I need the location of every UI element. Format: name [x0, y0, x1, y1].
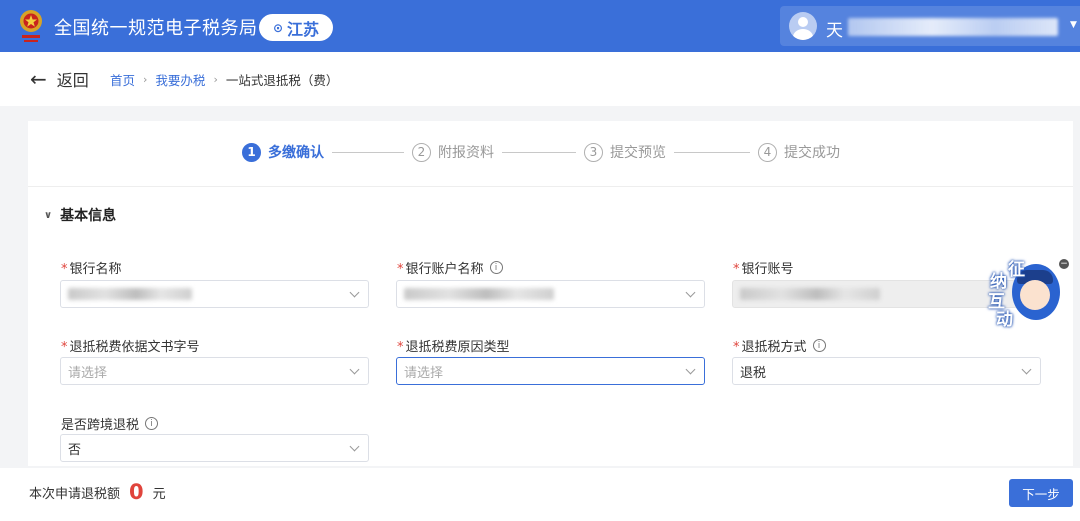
redacted-value	[740, 288, 880, 300]
placeholder-text: 请选择	[68, 365, 108, 381]
label-text: 银行名称	[69, 262, 122, 277]
step-number: 1	[242, 142, 261, 162]
refund-doc-no-select[interactable]: 请选择	[60, 357, 369, 385]
step-connector	[502, 151, 576, 153]
required-mark: *	[61, 262, 68, 277]
chevron-down-icon	[1021, 364, 1032, 375]
steps-progress: 1 多缴确认 2 附报资料 3 提交预览 4 提交成功	[242, 141, 840, 163]
required-mark: *	[397, 340, 404, 355]
refund-method-label: * 退抵税方式 i	[733, 336, 826, 355]
officer-face-icon	[1020, 280, 1050, 310]
step-1: 1 多缴确认	[242, 142, 324, 162]
back-button[interactable]: ← 返回	[30, 67, 89, 91]
label-text: 退抵税费依据文书字号	[69, 340, 200, 355]
refund-doc-no-label: * 退抵税费依据文书字号	[61, 336, 200, 355]
tax-emblem-icon	[20, 10, 42, 42]
info-icon[interactable]: i	[489, 261, 503, 274]
cross-border-label: 是否跨境退税 i	[61, 414, 159, 433]
breadcrumb-current: 一站式退抵税（费）	[225, 73, 339, 88]
redacted-value	[68, 288, 192, 300]
divider	[28, 186, 1073, 187]
selected-value: 退税	[740, 365, 767, 381]
chevron-right-icon: ›	[213, 73, 218, 86]
widget-char: 征	[1008, 260, 1025, 280]
bank-name-label: * 银行名称	[61, 258, 122, 277]
widget-char: 动	[996, 310, 1013, 330]
breadcrumb-home[interactable]: 首页	[110, 70, 135, 89]
user-menu[interactable]: 天 ▼	[780, 6, 1080, 46]
step-4: 4 提交成功	[758, 142, 840, 162]
top-header: 全国统一规范电子税务局 ⊙ 江苏 天 ▼	[0, 0, 1080, 52]
next-step-button[interactable]: 下一步	[1009, 479, 1073, 507]
step-connector	[332, 151, 404, 153]
chevron-right-icon: ›	[143, 73, 148, 86]
cross-border-select[interactable]: 否	[60, 434, 369, 462]
step-3: 3 提交预览	[584, 142, 666, 162]
chevron-down-icon	[349, 364, 360, 375]
refund-amount: 本次申请退税额 0 元	[29, 480, 166, 504]
required-mark: *	[733, 340, 740, 355]
step-connector	[674, 151, 750, 153]
chevron-down-icon	[349, 287, 360, 298]
tax-interaction-widget[interactable]: 征 纳 互 动 −	[984, 254, 1080, 330]
step-number: 2	[412, 142, 431, 162]
label-text: 是否跨境退税	[61, 418, 140, 433]
user-name: 天	[826, 21, 843, 41]
required-mark: *	[733, 262, 740, 277]
chevron-down-icon	[685, 364, 696, 375]
refund-reason-type-select[interactable]: 请选择	[396, 357, 705, 385]
app-title: 全国统一规范电子税务局	[54, 18, 258, 39]
amount-label: 本次申请退税额	[29, 486, 121, 502]
breadcrumb-tax[interactable]: 我要办税	[155, 70, 205, 89]
step-label: 提交成功	[784, 145, 840, 161]
step-number: 3	[584, 142, 603, 162]
label-text: 退抵税费原因类型	[405, 340, 510, 355]
step-label: 附报资料	[438, 145, 494, 161]
caret-down-icon: ▼	[1070, 20, 1077, 30]
step-label: 提交预览	[610, 145, 666, 161]
bank-account-name-label: * 银行账户名称 i	[397, 258, 503, 277]
bank-name-select[interactable]	[60, 280, 369, 308]
step-label: 多缴确认	[268, 145, 324, 161]
location-pin-icon: ⊙	[272, 20, 284, 35]
label-text: 银行账户名称	[405, 262, 484, 277]
refund-reason-type-label: * 退抵税费原因类型	[397, 336, 510, 355]
label-text: 退抵税方式	[741, 340, 807, 355]
avatar-icon	[789, 12, 817, 40]
user-name-redacted	[848, 18, 1058, 36]
chevron-down-icon: ∨	[44, 209, 53, 221]
placeholder-text: 请选择	[404, 365, 444, 381]
required-mark: *	[397, 262, 404, 277]
amount-unit: 元	[152, 486, 166, 502]
step-2: 2 附报资料	[412, 142, 494, 162]
amount-value: 0	[129, 480, 144, 504]
section-header-basic-info[interactable]: ∨ 基本信息	[44, 205, 116, 225]
arrow-left-icon: ←	[30, 67, 47, 91]
bank-account-name-select[interactable]	[396, 280, 705, 308]
required-mark: *	[61, 340, 68, 355]
region-selector[interactable]: ⊙ 江苏	[259, 14, 333, 41]
step-number: 4	[758, 142, 777, 162]
breadcrumb: 首页 › 我要办税 › 一站式退抵税（费）	[110, 70, 338, 89]
selected-value: 否	[68, 442, 82, 458]
info-icon[interactable]: i	[812, 339, 826, 352]
minimize-icon[interactable]: −	[1059, 259, 1069, 269]
chevron-down-icon	[685, 287, 696, 298]
label-text: 银行账号	[741, 262, 794, 277]
redacted-value	[404, 288, 554, 300]
bank-account-no-label: * 银行账号	[733, 258, 794, 277]
section-title: 基本信息	[60, 208, 117, 224]
refund-method-select[interactable]: 退税	[732, 357, 1041, 385]
back-label: 返回	[56, 71, 89, 90]
info-icon[interactable]: i	[145, 417, 159, 430]
region-label: 江苏	[287, 19, 320, 39]
chevron-down-icon	[349, 441, 360, 452]
